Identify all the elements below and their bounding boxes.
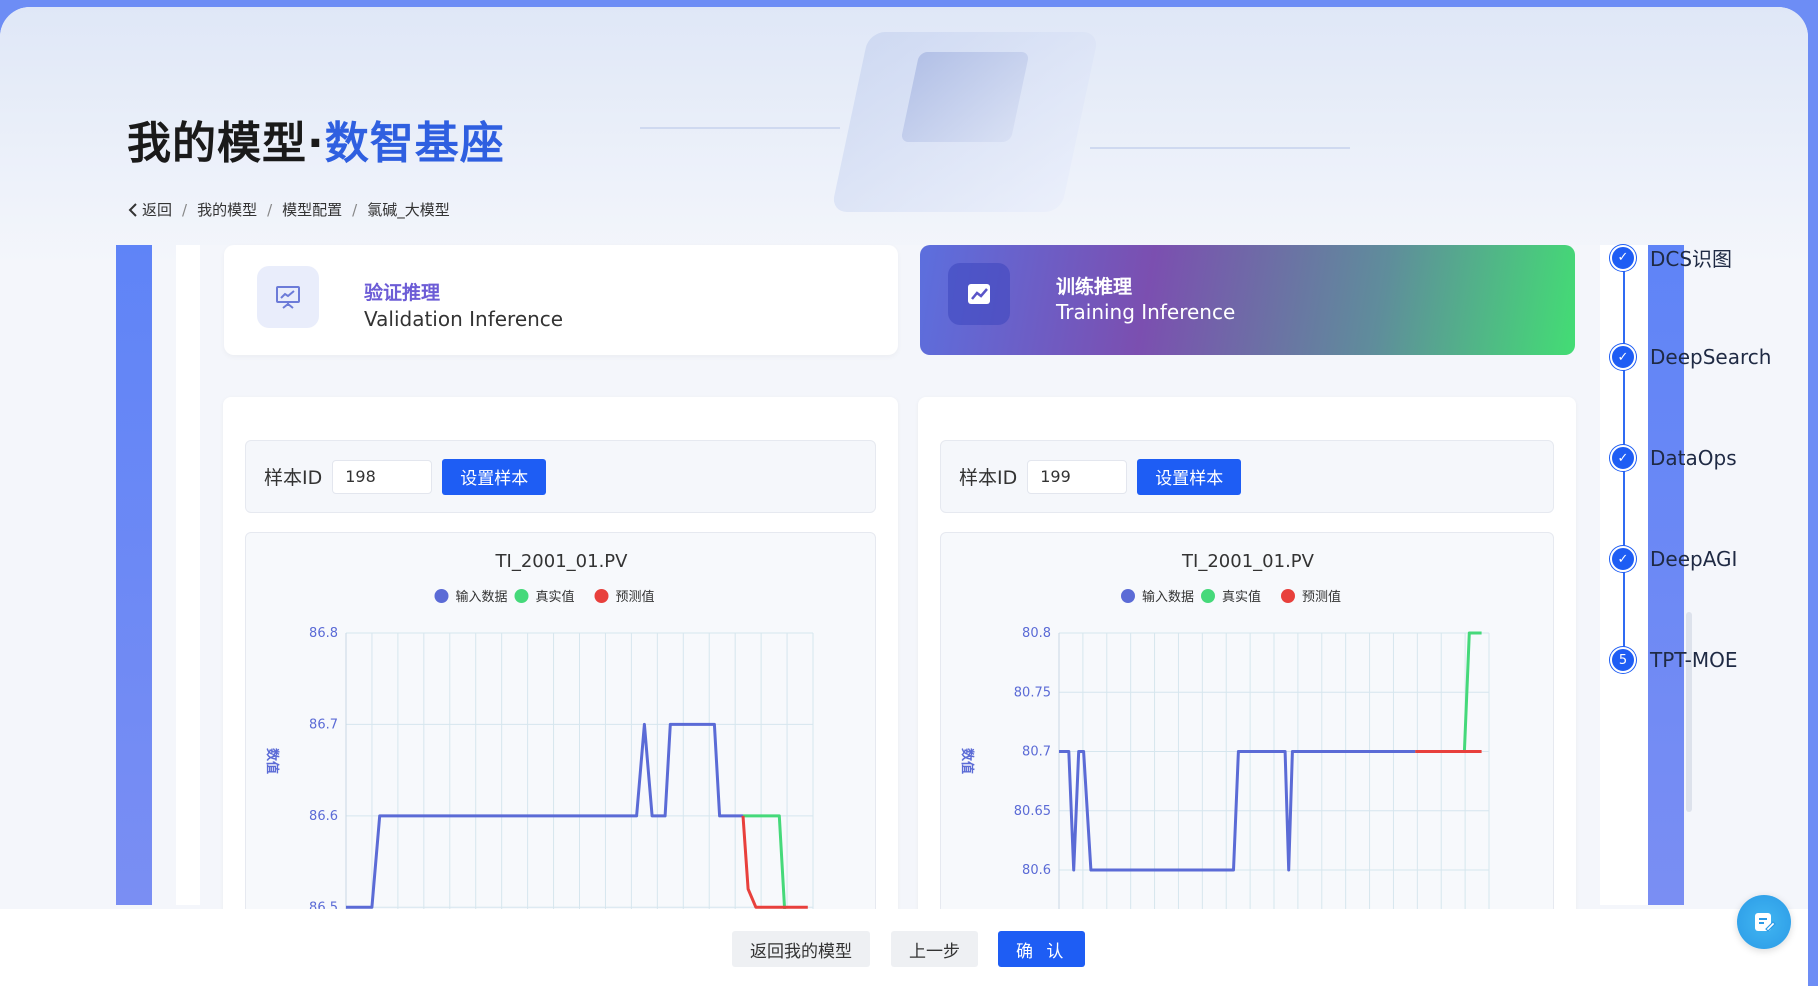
trend-chart-icon: [948, 263, 1010, 325]
y-axis-label: 数值: [264, 748, 280, 774]
back-to-models-button[interactable]: 返回我的模型: [732, 931, 870, 967]
back-label: 返回: [142, 201, 173, 219]
main-content: 验证推理 Validation Inference 训练推理 Training …: [200, 245, 1600, 933]
chip-core-illustration: [900, 52, 1030, 142]
sample-bar: 样本ID 设置样本: [940, 440, 1554, 513]
app-frame: 我的模型·数智基座 返回 / 我的模型 / 模型配置 / 氯碱_大模型 验证推理…: [0, 7, 1808, 986]
check-icon: ✓: [1610, 445, 1636, 471]
sample-id-input[interactable]: [1027, 459, 1128, 494]
sample-id-label: 样本ID: [264, 467, 323, 489]
tab-validation-cn: 验证推理: [364, 282, 441, 304]
page-title: 我的模型·数智基座: [127, 107, 505, 171]
circuit-line: [640, 127, 840, 129]
tab-validation-en: Validation Inference: [364, 307, 564, 331]
y-tick-label: 80.8: [1022, 626, 1051, 641]
legend-marker: [514, 589, 529, 603]
sample-id-input[interactable]: [332, 459, 433, 494]
breadcrumb-item-my-models[interactable]: 我的模型: [197, 199, 257, 220]
chevron-left-icon: [128, 202, 137, 217]
set-sample-button[interactable]: 设置样本: [442, 458, 547, 495]
step-label: DeepAGI: [1650, 547, 1738, 571]
breadcrumb: 返回 / 我的模型 / 模型配置 / 氯碱_大模型: [128, 199, 450, 220]
y-axis-label: 数值: [959, 748, 975, 774]
circuit-line: [1090, 147, 1350, 149]
page-title-main: 我的模型·: [127, 118, 325, 169]
chart-container: TI_2001_01.PV输入数据真实值预测值80.5580.680.6580.…: [940, 532, 1554, 933]
feedback-fab[interactable]: [1737, 895, 1791, 949]
chart-container: TI_2001_01.PV 输入数据 真实值 预测值 86.5 86.6 86.7 86.8 数…: [245, 532, 876, 933]
legend-marker: [594, 589, 609, 603]
breadcrumb-separator: /: [267, 200, 273, 219]
series-line: [741, 815, 808, 909]
tab-training-cn: 训练推理: [1056, 276, 1133, 298]
check-icon: ✓: [1610, 344, 1636, 370]
left-accent-bar: [116, 245, 152, 905]
legend-label: 输入数据: [1142, 589, 1194, 605]
tab-training-en: Training Inference: [1056, 300, 1236, 324]
confirm-button[interactable]: 确 认: [998, 931, 1086, 967]
chart-title: TI_2001_01.PV: [1181, 551, 1315, 572]
y-tick-label: 80.6: [1022, 863, 1051, 878]
legend-label: 预测值: [1302, 589, 1341, 605]
tab-validation-inference[interactable]: 验证推理 Validation Inference: [224, 245, 898, 355]
y-tick-label: 80.75: [1014, 685, 1051, 700]
step-number: 5: [1610, 647, 1636, 673]
tab-training-inference[interactable]: 训练推理 Training Inference: [920, 245, 1575, 355]
scrollbar-thumb[interactable]: [1686, 612, 1692, 812]
y-tick-label: 80.7: [1022, 745, 1051, 760]
y-tick-label: 86.8: [309, 626, 338, 641]
line-chart: TI_2001_01.PV输入数据 真实值 预测值86.586.686.786.8数…: [264, 551, 814, 933]
presentation-chart-icon: [257, 266, 319, 328]
breadcrumb-item-current-model: 氯碱_大模型: [367, 201, 450, 219]
step-label: DataOps: [1650, 446, 1737, 470]
check-icon: ✓: [1610, 546, 1636, 572]
breadcrumb-separator: /: [182, 200, 188, 219]
step-label: DCS识图: [1650, 247, 1733, 271]
step-deepagi[interactable]: ✓ DeepAGI: [1610, 546, 1737, 572]
step-dcs[interactable]: ✓ DCS识图: [1610, 243, 1732, 272]
left-white-strip: [176, 245, 200, 905]
y-tick-label: 80.65: [1014, 804, 1051, 819]
step-deepsearch[interactable]: ✓ DeepSearch: [1610, 344, 1771, 370]
step-tpt-moe[interactable]: 5 TPT-MOE: [1610, 647, 1738, 673]
previous-step-button[interactable]: 上一步: [891, 931, 978, 967]
legend-label: 真实值: [1222, 589, 1261, 605]
back-link[interactable]: 返回: [128, 199, 172, 220]
edit-note-icon: [1755, 913, 1776, 932]
panel-training: 样本ID 设置样本 TI_2001_01.PV输入数据真实值预测值80.5580…: [918, 397, 1576, 933]
step-label: DeepSearch: [1650, 345, 1772, 369]
sample-id-label: 样本ID: [959, 467, 1018, 489]
legend-marker: [1281, 589, 1295, 603]
legend-marker: [434, 589, 449, 603]
y-tick-label: 86.7: [309, 717, 338, 732]
legend-label: 预测值: [616, 589, 655, 605]
check-icon: ✓: [1610, 244, 1636, 271]
line-chart: TI_2001_01.PV输入数据真实值预测值80.5580.680.6580.…: [959, 551, 1490, 933]
chart-title: TI_2001_01.PV: [495, 551, 629, 572]
legend-label: 真实值: [536, 589, 575, 605]
step-label: TPT-MOE: [1650, 648, 1738, 672]
footer-bar: 返回我的模型 上一步 确 认: [0, 909, 1808, 986]
panel-validation: 样本ID 设置样本 TI_2001_01.PV输入数据真实值预测值86.586.…: [223, 397, 898, 933]
breadcrumb-item-model-config[interactable]: 模型配置: [282, 199, 342, 220]
set-sample-button[interactable]: 设置样本: [1137, 458, 1242, 495]
legend-marker: [1121, 589, 1135, 603]
hero-banner: 我的模型·数智基座 返回 / 我的模型 / 模型配置 / 氯碱_大模型: [0, 7, 1808, 267]
y-tick-label: 86.6: [309, 809, 338, 824]
page-title-highlight: 数智基座: [324, 118, 505, 169]
legend-marker: [1201, 589, 1215, 603]
step-dataops[interactable]: ✓ DataOps: [1610, 445, 1737, 471]
sample-bar: 样本ID 设置样本: [245, 440, 876, 513]
legend-label: 输入数据: [456, 589, 508, 605]
breadcrumb-separator: /: [352, 200, 358, 219]
